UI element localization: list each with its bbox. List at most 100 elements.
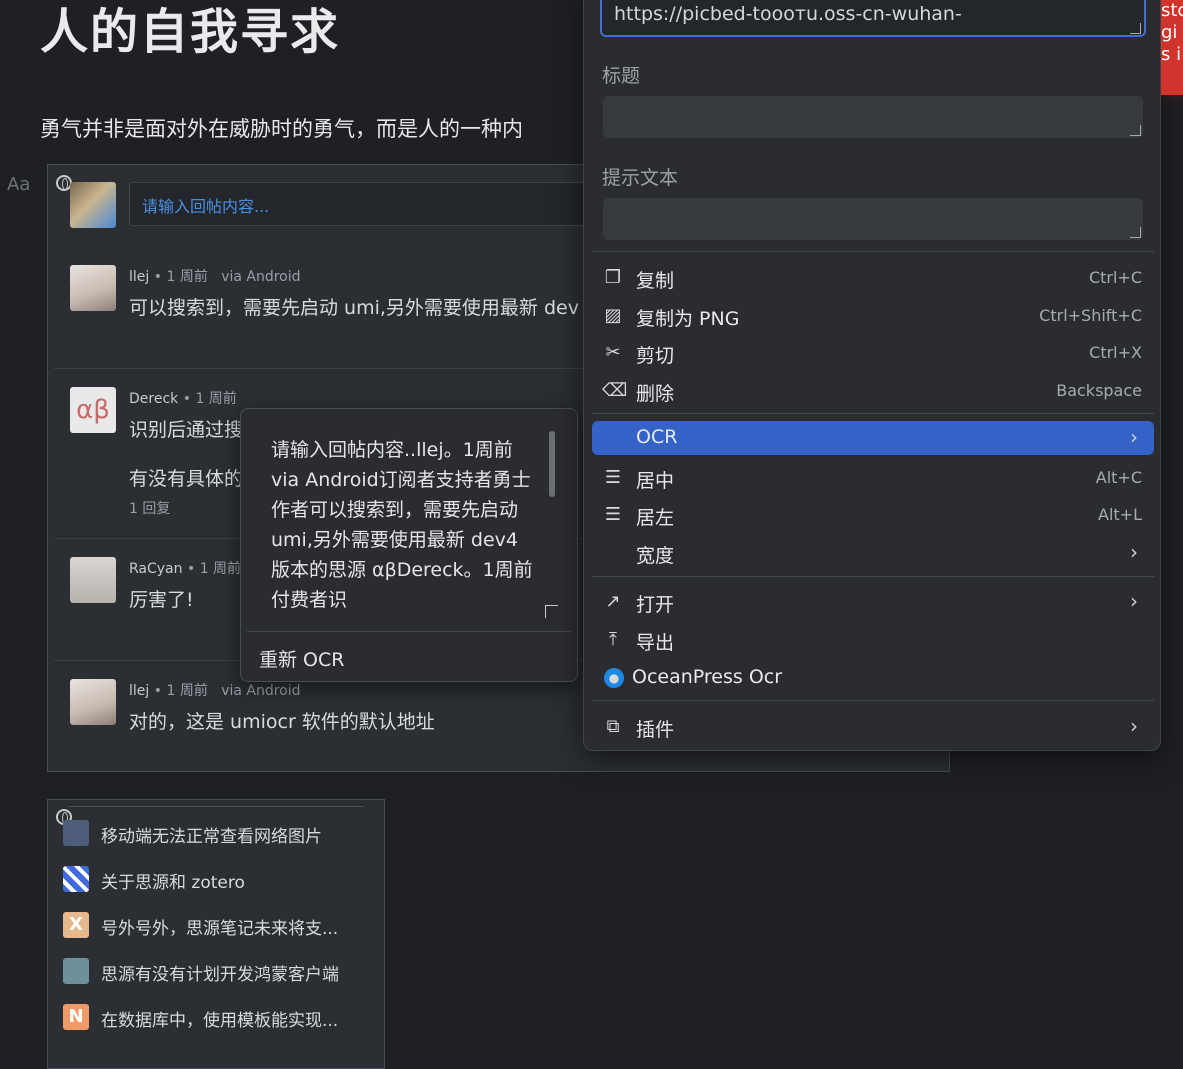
reply-count[interactable]: 1 回复: [129, 498, 170, 518]
divider: [247, 631, 571, 632]
comment-body: 可以搜索到，需要先启动 umi,另外需要使用最新 dev: [129, 297, 579, 319]
comment-time: 1 周前: [195, 391, 237, 407]
comment-meta: llej • 1 周前 via Android: [129, 269, 301, 285]
alt-text-label: 提示文本: [602, 167, 679, 189]
menu-item-label: 打开: [636, 594, 675, 616]
list-item[interactable]: 思源有没有计划开发鸿蒙客户端: [63, 956, 383, 985]
list-item[interactable]: X 号外号外，思源笔记未来将支...: [63, 910, 383, 939]
menu-shortcut: Alt+L: [1098, 505, 1142, 524]
list-item-label: 在数据库中，使用模板能实现...: [101, 1011, 339, 1031]
menu-item-label: 删除: [636, 383, 675, 405]
comment-body: 对的，这是 umiocr 软件的默认地址: [129, 711, 435, 733]
page-paragraph: 勇气并非是面对外在威胁时的勇气，而是人的一种内: [40, 117, 523, 141]
menu-item-cut[interactable]: ✂ 剪切 Ctrl+X: [592, 336, 1154, 370]
align-center-icon: ☰: [604, 467, 622, 488]
comment-author[interactable]: llej: [129, 683, 149, 699]
side-panel-fragment: sto gi s i: [1161, 0, 1183, 95]
post-thumbnail-icon: [63, 820, 89, 846]
comment-via: via Android: [221, 269, 301, 285]
plugin-icon: ⧉: [606, 716, 620, 737]
title-input[interactable]: [603, 96, 1143, 138]
export-icon: ⤒: [609, 629, 617, 650]
menu-item-align-left[interactable]: ☰ 居左 Alt+L: [592, 498, 1154, 532]
menu-item-delete[interactable]: ⌫ 删除 Backspace: [592, 374, 1154, 408]
comment-meta: llej • 1 周前 via Android: [129, 683, 301, 699]
comment-author[interactable]: Dereck: [129, 391, 178, 407]
divider: [592, 700, 1154, 701]
resize-handle[interactable]: [545, 605, 558, 618]
menu-item-label: 居中: [636, 470, 675, 492]
menu-item-copy-png[interactable]: ▨ 复制为 PNG Ctrl+Shift+C: [592, 299, 1154, 333]
post-thumbnail-icon: N: [63, 1004, 89, 1030]
menu-item-label: 居左: [636, 507, 675, 529]
menu-item-label: 插件: [636, 719, 675, 741]
comment-body: 有没有具体的: [129, 468, 244, 490]
menu-item-oceanpress-ocr[interactable]: ● OceanPress Ocr: [592, 661, 1154, 695]
chevron-right-icon: ›: [1130, 589, 1138, 613]
menu-item-open[interactable]: ↗ 打开 ›: [592, 585, 1154, 619]
comment-meta: Dereck • 1 周前: [129, 391, 237, 407]
alt-text-input[interactable]: [603, 198, 1143, 240]
list-item[interactable]: 移动端无法正常查看网络图片: [63, 818, 383, 847]
resize-handle[interactable]: [1130, 227, 1141, 238]
oceanpress-icon: ●: [604, 668, 624, 688]
menu-item-label: 复制为 PNG: [636, 308, 740, 330]
post-thumbnail-icon: [63, 958, 89, 984]
menu-item-copy[interactable]: ❐ 复制 Ctrl+C: [592, 261, 1154, 295]
divider: [68, 806, 364, 807]
menu-item-plugins[interactable]: ⧉ 插件 ›: [592, 710, 1154, 744]
avatar: [70, 557, 116, 603]
image-url-field[interactable]: https://picbed-tooотu.oss-cn-wuhan-: [600, 0, 1146, 37]
menu-item-width[interactable]: 宽度 ›: [592, 536, 1154, 570]
divider: [592, 576, 1154, 577]
reply-input[interactable]: 请输入回帖内容...: [129, 182, 589, 226]
resize-handle[interactable]: [1130, 125, 1141, 136]
comment-via: via Android: [221, 683, 301, 699]
external-link-icon: ↗: [605, 591, 621, 612]
resize-handle[interactable]: [1130, 23, 1141, 34]
menu-item-ocr[interactable]: OCR ›: [592, 421, 1154, 455]
menu-item-label: OCR: [636, 426, 678, 448]
scrollbar[interactable]: [549, 431, 555, 497]
avatar: [70, 679, 116, 725]
align-left-icon: ☰: [604, 504, 622, 525]
chevron-right-icon: ›: [1130, 540, 1138, 564]
font-size-indicator[interactable]: Aa: [7, 174, 30, 195]
comment-body: 识别后通过搜: [129, 419, 244, 441]
comment-time: 1 周前: [166, 683, 208, 699]
menu-item-label: 剪切: [636, 345, 675, 367]
title-label: 标题: [602, 65, 641, 87]
divider: [592, 413, 1154, 414]
comment-time: 1 周前: [166, 269, 208, 285]
menu-shortcut: Backspace: [1056, 381, 1142, 400]
menu-item-label: 复制: [636, 270, 675, 292]
re-ocr-button[interactable]: 重新 OCR: [259, 645, 344, 672]
list-item-label: 号外号外，思源笔记未来将支...: [101, 919, 339, 939]
menu-shortcut: Ctrl+C: [1088, 268, 1142, 287]
menu-item-align-center[interactable]: ☰ 居中 Alt+C: [592, 461, 1154, 495]
post-thumbnail-icon: X: [63, 912, 89, 938]
list-item[interactable]: 关于思源和 zotero: [63, 864, 383, 893]
comment-author[interactable]: llej: [129, 269, 149, 285]
image-context-menu: https://picbed-tooотu.oss-cn-wuhan- 标题 提…: [583, 0, 1161, 751]
list-item-label: 关于思源和 zotero: [101, 873, 245, 893]
ocr-result-popup: 请输入回帖内容..llej。1周前via Android订阅者支持者勇士作者可以…: [240, 408, 578, 682]
chevron-right-icon: ›: [1130, 425, 1138, 449]
page-heading: 人的自我寻求: [40, 4, 341, 60]
list-item[interactable]: N 在数据库中，使用模板能实现...: [63, 1002, 383, 1031]
avatar: [70, 265, 116, 311]
avatar: [70, 182, 116, 228]
menu-shortcut: Ctrl+Shift+C: [1039, 306, 1142, 325]
ocr-text-area[interactable]: 请输入回帖内容..llej。1周前via Android订阅者支持者勇士作者可以…: [271, 435, 536, 615]
menu-item-export[interactable]: ⤒ 导出: [592, 623, 1154, 657]
image-icon: ▨: [604, 305, 622, 326]
chevron-right-icon: ›: [1130, 714, 1138, 738]
comment-time: 1 周前: [199, 561, 242, 577]
menu-shortcut: Alt+C: [1095, 468, 1142, 487]
comment-author[interactable]: RaCyan: [129, 561, 183, 577]
menu-item-label: 导出: [636, 632, 675, 654]
list-item-label: 思源有没有计划开发鸿蒙客户端: [101, 965, 339, 985]
menu-item-label: 宽度: [636, 545, 675, 567]
menu-shortcut: Ctrl+X: [1089, 343, 1142, 362]
menu-item-label: OceanPress Ocr: [632, 666, 783, 688]
